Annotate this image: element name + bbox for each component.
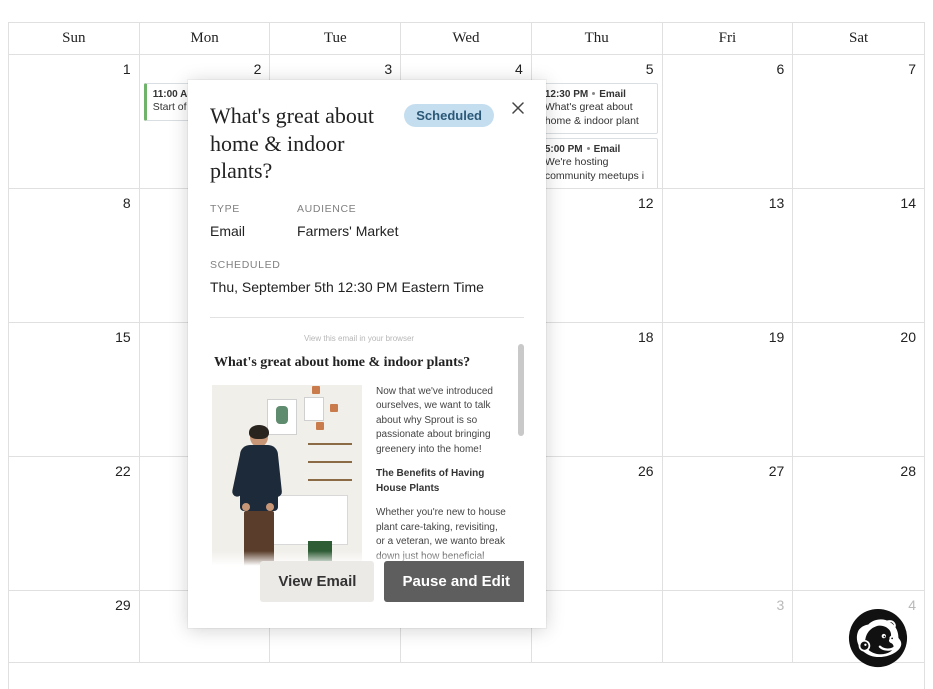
day-number: 7 — [908, 61, 916, 77]
event-title: We're hosting community meetups i — [545, 156, 651, 183]
preview-subhead: The Benefits of Having House Plants — [376, 467, 506, 496]
day-number: 2 — [254, 61, 262, 77]
calendar-header-wed: Wed — [401, 23, 532, 54]
calendar-day[interactable]: 12 — [532, 189, 663, 322]
calendar-day[interactable]: 26 — [532, 457, 663, 590]
scheduled-value: Thu, September 5th 12:30 PM Eastern Time — [210, 279, 524, 295]
calendar-day[interactable]: 27 — [663, 457, 794, 590]
event-chip[interactable]: 12:30 PMEmail What's great about home & … — [536, 83, 658, 134]
day-number: 12 — [638, 195, 654, 211]
event-title: What's great about home & indoor plant — [545, 101, 651, 128]
day-number: 6 — [776, 61, 784, 77]
type-label: TYPE — [210, 203, 245, 215]
divider — [210, 317, 524, 318]
email-preview: View this email in your browser What's g… — [210, 334, 524, 613]
day-number: 28 — [900, 463, 916, 479]
calendar-day[interactable]: 22 — [9, 457, 140, 590]
day-number: 14 — [900, 195, 916, 211]
calendar-day[interactable] — [532, 591, 663, 662]
close-button[interactable] — [506, 96, 530, 120]
day-number: 1 — [123, 61, 131, 77]
preview-top-note: View this email in your browser — [210, 334, 508, 343]
calendar-day[interactable]: 29 — [9, 591, 140, 662]
calendar-day[interactable]: 3 — [663, 591, 794, 662]
popup-title: What's great about home & indoor plants? — [210, 102, 392, 185]
close-icon — [512, 102, 524, 114]
calendar-day[interactable]: 13 — [663, 189, 794, 322]
day-number: 5 — [646, 61, 654, 77]
type-value: Email — [210, 223, 245, 239]
scrollbar-thumb[interactable] — [518, 344, 524, 436]
day-number: 18 — [638, 329, 654, 345]
calendar-header-fri: Fri — [663, 23, 794, 54]
mailchimp-logo-icon — [847, 607, 909, 669]
calendar-day[interactable]: 14 — [793, 189, 924, 322]
app-stage: Sun Mon Tue Wed Thu Fri Sat 1 2 11:00 AM… — [0, 0, 933, 689]
calendar-day[interactable]: 6 — [663, 55, 794, 188]
scheduled-label: SCHEDULED — [210, 259, 524, 271]
calendar-day[interactable]: 8 — [9, 189, 140, 322]
calendar-day[interactable]: 7 — [793, 55, 924, 188]
popup-button-row: View Email Pause and Edit — [210, 551, 524, 612]
day-number: 27 — [769, 463, 785, 479]
calendar-header-sun: Sun — [9, 23, 140, 54]
calendar-day[interactable]: 20 — [793, 323, 924, 456]
calendar-day[interactable]: 1 — [9, 55, 140, 188]
day-number: 8 — [123, 195, 131, 211]
view-email-button[interactable]: View Email — [260, 561, 374, 602]
calendar-header-tue: Tue — [270, 23, 401, 54]
day-number: 4 — [908, 597, 916, 613]
status-badge: Scheduled — [404, 104, 494, 127]
audience-value: Farmers' Market — [297, 223, 398, 239]
day-number: 26 — [638, 463, 654, 479]
calendar-day[interactable]: 5 12:30 PMEmail What's great about home … — [532, 55, 663, 188]
pause-and-edit-button[interactable]: Pause and Edit — [384, 561, 524, 602]
calendar-header-sat: Sat — [793, 23, 924, 54]
day-number: 4 — [515, 61, 523, 77]
day-number: 20 — [900, 329, 916, 345]
preview-intro: Now that we've introduced ourselves, we … — [376, 385, 506, 458]
event-meta: 12:30 PMEmail — [545, 88, 651, 101]
popup-header: What's great about home & indoor plants?… — [210, 102, 524, 185]
day-number: 3 — [776, 597, 784, 613]
calendar-day[interactable]: 28 — [793, 457, 924, 590]
audience-label: AUDIENCE — [297, 203, 398, 215]
calendar-header-mon: Mon — [140, 23, 271, 54]
calendar-header-row: Sun Mon Tue Wed Thu Fri Sat — [9, 23, 924, 55]
preview-headline: What's great about home & indoor plants? — [214, 355, 504, 371]
popup-meta-row: TYPE Email AUDIENCE Farmers' Market — [210, 203, 524, 239]
day-number: 13 — [769, 195, 785, 211]
calendar-header-thu: Thu — [532, 23, 663, 54]
day-number: 22 — [115, 463, 131, 479]
calendar-day[interactable]: 18 — [532, 323, 663, 456]
calendar-day[interactable]: 15 — [9, 323, 140, 456]
event-detail-popup: What's great about home & indoor plants?… — [188, 80, 546, 628]
day-number: 19 — [769, 329, 785, 345]
event-meta: 5:00 PMEmail — [545, 143, 651, 156]
day-number: 15 — [115, 329, 131, 345]
day-number: 3 — [384, 61, 392, 77]
calendar-day[interactable]: 19 — [663, 323, 794, 456]
scheduled-block: SCHEDULED Thu, September 5th 12:30 PM Ea… — [210, 259, 524, 295]
event-chip[interactable]: 5:00 PMEmail We're hosting community mee… — [536, 138, 658, 188]
day-number: 29 — [115, 597, 131, 613]
